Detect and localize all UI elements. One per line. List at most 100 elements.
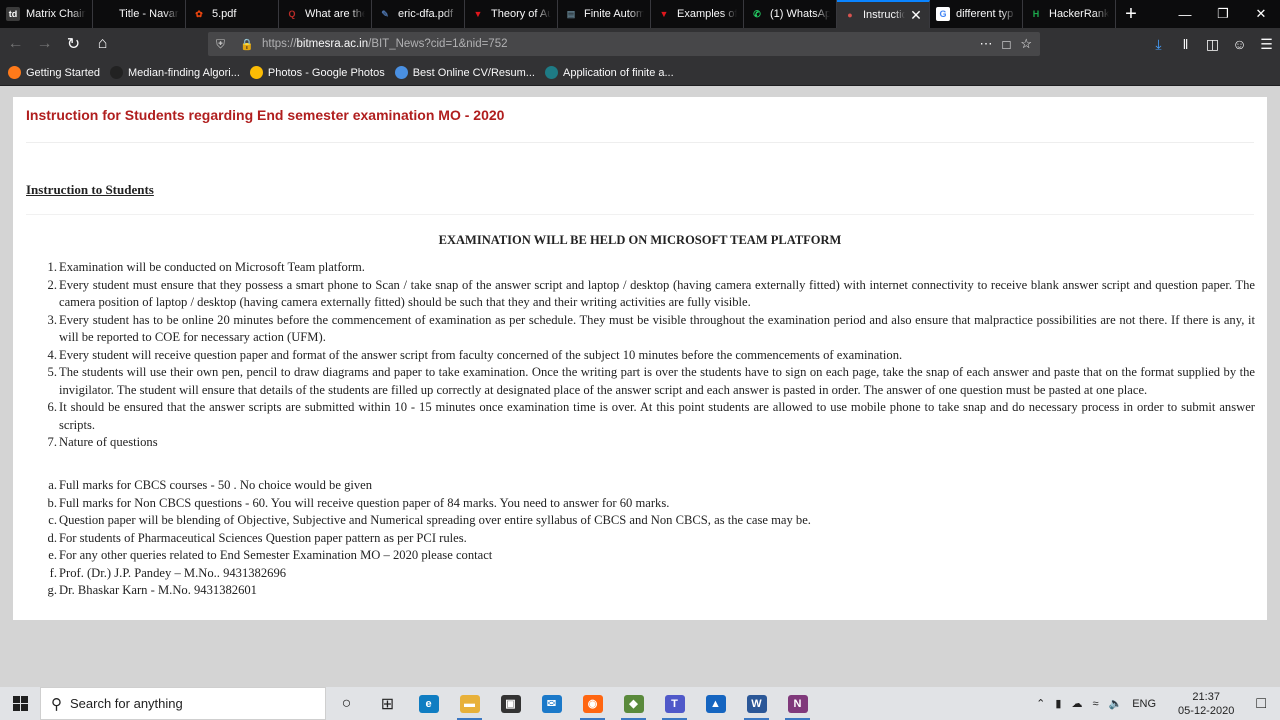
list-marker: d. [47,530,57,545]
browser-tab[interactable]: ▤ Finite Autom [558,0,651,28]
close-tab-icon[interactable]: ✕ [909,8,923,22]
cv-icon [394,66,408,79]
wifi-icon[interactable]: ≈ [1092,698,1098,710]
teams-icon: T [664,694,685,713]
list-item-text: Every student must ensure that they poss… [59,277,1255,310]
list-item: f. Prof. (Dr.) J.P. Pandey – M.No.. 94313… [50,565,1255,583]
list-marker: 2. [47,277,57,292]
page-actions-icon[interactable]: ⋯ [979,36,992,52]
chevron-up-icon[interactable]: ⌃ [1036,697,1045,710]
question-nature-list: a. Full marks for CBCS courses - 50 . No … [48,477,1255,600]
taskbar-search[interactable]: ⚲ Search for anything [40,687,326,720]
notice-card: Instruction for Students regarding End s… [13,97,1267,620]
clock[interactable]: 21:37 05-12-2020 [1173,690,1239,718]
bookmark-item[interactable]: Application of finite a... [544,66,674,79]
volume-icon[interactable]: 🔈 [1109,697,1123,710]
list-item: c. Question paper will be blending of Obj… [48,512,1255,530]
list-item: 2. Every student must ensure that they po… [48,277,1255,312]
taskbar-app[interactable]: ✉ [531,687,572,720]
bookmark-label: Getting Started [26,66,100,79]
taskbar-app[interactable]: ○ [326,687,367,720]
bookmark-label: Application of finite a... [562,66,674,79]
browser-tab[interactable]: ✎ eric-dfa.pdf [372,0,465,28]
bookmark-item[interactable]: Median-finding Algori... [110,66,240,79]
windows-taskbar: ⚲ Search for anything ○ ⊞ e ▬ ▣ ✉ ◉ ◆ T ▲ W N ⌃ ▮ ☁… [0,687,1280,720]
whatsapp-icon: ✆ [753,8,761,19]
taskbar-app[interactable]: ▲ [695,687,736,720]
lock-icon[interactable]: 🔒 [240,38,254,51]
browser-tab[interactable]: ▼ Theory of Au [465,0,558,28]
section-heading: Instruction to Students [26,182,154,197]
bookmark-item[interactable]: Getting Started [8,66,100,79]
browser-tab[interactable]: ✆ (1) WhatsAp [744,0,837,28]
start-button[interactable] [0,687,40,720]
url-bar[interactable]: ⛨ 🔒 https://bitmesra.ac.in/BIT_News?cid=… [208,32,1040,56]
browser-tab[interactable]: ● Instructio ✕ [837,0,930,28]
search-placeholder: Search for anything [70,696,183,711]
firefox-icon: ◉ [582,694,603,713]
reload-icon[interactable]: ↻ [60,32,87,56]
downloads-icon[interactable]: ⤓ [1145,36,1172,53]
quora-icon: Q [288,9,296,19]
bookmark-star-icon[interactable]: ☆ [1020,36,1032,52]
onedrive-icon[interactable]: ☁ [1071,697,1082,710]
library-icon[interactable]: ‖ [1172,36,1199,52]
browser-tab[interactable]: ▼ Examples of [651,0,744,28]
pocket-icon[interactable]: □ [1002,37,1010,52]
language-indicator[interactable]: ENG [1132,698,1156,710]
account-icon[interactable]: ☺ [1226,36,1253,52]
bookmarks-toolbar: Getting Started Median-finding Algori... P… [0,60,1280,86]
list-marker: 7. [47,435,57,449]
taskbar-app[interactable]: ◉ [572,687,613,720]
list-marker: 6. [47,400,57,414]
browser-tab[interactable]: ✿ 5.pdf [186,0,279,28]
forward-arrow-icon[interactable]: → [31,32,58,56]
bookmark-item[interactable]: Best Online CV/Resum... [394,66,535,79]
taskbar-app[interactable]: N [777,687,818,720]
system-tray: ⌃ ▮ ☁ ≈ 🔈 ENG 21:37 05-12-2020 □ [1031,687,1280,720]
page-title: Instruction for Students regarding End s… [26,107,505,123]
browser-tab[interactable]: Title - Navarro20 [93,0,186,28]
photos-icon: ▲ [705,694,726,713]
tab-title: What are the [305,8,365,20]
list-item: 1. Examination will be conducted on Micro… [48,259,1255,277]
windows-logo-icon [12,696,28,711]
list-item-text: Every student has to be online 20 minute… [59,312,1255,345]
browser-tab[interactable]: H HackerRank [1023,0,1116,28]
taskbar-app[interactable]: ▬ [449,687,490,720]
td-icon: td [6,7,20,21]
taskbar-apps: ○ ⊞ e ▬ ▣ ✉ ◉ ◆ T ▲ W N [326,687,818,720]
list-item: a. Full marks for CBCS courses - 50 . No … [48,477,1255,495]
home-icon[interactable]: ⌂ [89,32,116,56]
browser-tab[interactable]: Gdifferent typ [930,0,1023,28]
url-text[interactable]: https://bitmesra.ac.in/BIT_News?cid=1&ni… [262,38,508,50]
taskbar-app[interactable]: T [654,687,695,720]
minimize-icon[interactable]: — [1166,0,1204,28]
new-tab-icon[interactable]: + [1116,0,1146,28]
search-icon: ⚲ [51,695,62,713]
close-icon[interactable]: ✕ [1242,0,1280,28]
pdf-icon: ✿ [195,8,203,19]
browser-tab[interactable]: td Matrix Chain [0,0,93,28]
google-icon: G [936,7,950,21]
edge-icon: e [418,694,439,713]
battery-icon[interactable]: ▮ [1055,697,1061,710]
taskbar-app[interactable]: ◆ [613,687,654,720]
back-arrow-icon[interactable]: ← [2,32,29,56]
list-item: 7. Nature of questions [48,434,1255,452]
tracking-shield-icon[interactable]: ⛨ [216,37,230,52]
taskbar-app[interactable]: ⊞ [367,687,408,720]
taskbar-app[interactable]: W [736,687,777,720]
taskbar-app[interactable]: ▣ [490,687,531,720]
notifications-icon[interactable]: □ [1256,695,1266,713]
list-item-text: The students will use their own pen, pen… [59,365,1255,397]
bookmark-item[interactable]: Photos - Google Photos [249,66,385,79]
restore-icon[interactable]: ❐ [1204,0,1242,28]
taskbar-app[interactable]: e [408,687,449,720]
page-content: Instruction for Students regarding End s… [0,86,1280,687]
list-marker: 1. [47,260,57,274]
v-logo-icon: ▼ [473,9,483,19]
browser-tab[interactable]: Q What are the [279,0,372,28]
sidebar-icon[interactable]: ◫ [1199,36,1226,53]
menu-icon[interactable]: ☰ [1253,36,1280,53]
